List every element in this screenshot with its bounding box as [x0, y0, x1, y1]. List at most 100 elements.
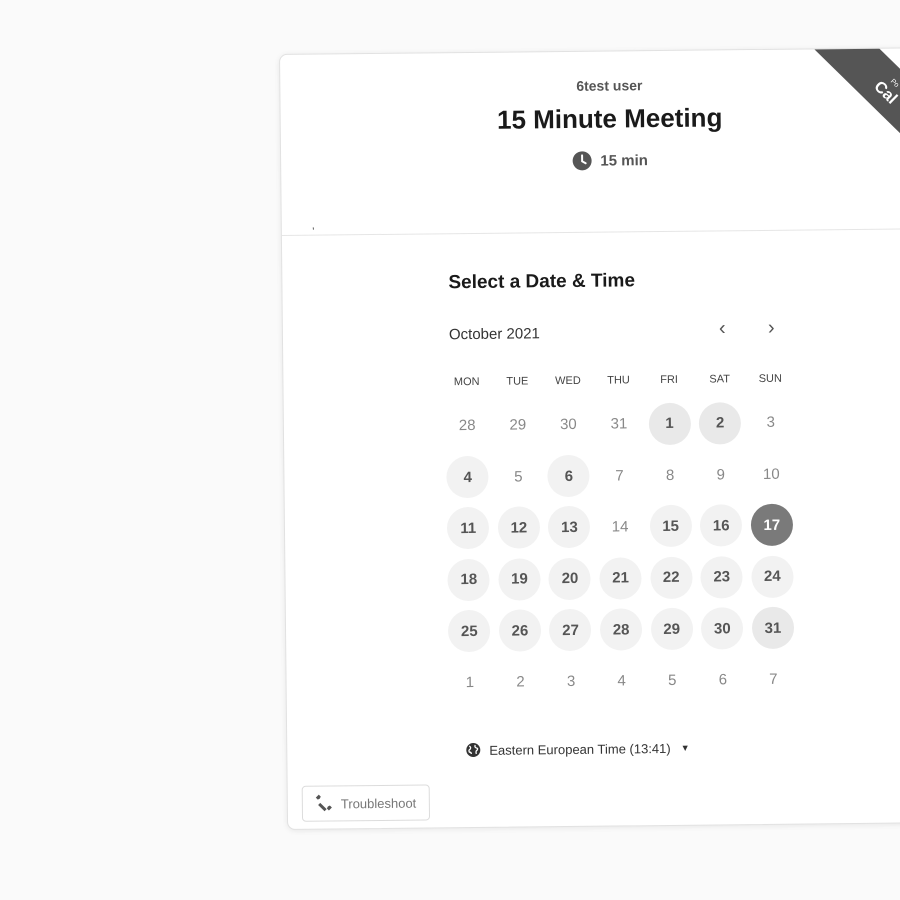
unavailable-day: 7 — [615, 466, 624, 485]
weekday-label: THU — [607, 374, 630, 387]
calendar-heading: Select a Date & Time — [448, 270, 636, 294]
selected-day[interactable]: 17 — [750, 504, 794, 547]
event-owner: 6test user — [576, 77, 643, 94]
available-day[interactable]: 1 — [648, 402, 691, 445]
available-day[interactable]: 25 — [448, 610, 491, 653]
available-day[interactable]: 28 — [599, 608, 643, 651]
calendar-cell: 15 — [645, 500, 696, 552]
calendar-cell: 9 — [695, 449, 746, 501]
event-title: 15 Minute Meeting — [496, 102, 723, 135]
weekday-label: WED — [555, 374, 581, 388]
unavailable-day: 7 — [769, 670, 778, 689]
calendar-cell: 18 — [443, 554, 494, 606]
calendar-cell: 5 — [647, 655, 698, 707]
event-description: , — [311, 220, 315, 232]
available-day[interactable]: 6 — [547, 454, 591, 498]
calendar-section: Select a Date & Time October 2021 ‹ › MO… — [282, 229, 900, 830]
calendar-cell: 25 — [444, 605, 495, 657]
calendar-cell: 23 — [696, 551, 747, 603]
calendar-cell: 10 — [746, 448, 797, 500]
available-day[interactable]: 21 — [599, 557, 642, 600]
available-day[interactable]: 15 — [649, 505, 692, 548]
caret-down-icon: ▼ — [680, 742, 690, 753]
calendar-cell: 6 — [543, 450, 594, 502]
available-day[interactable]: 30 — [701, 607, 744, 650]
troubleshoot-button[interactable]: Troubleshoot — [301, 784, 431, 822]
calendar-cell: 8 — [645, 449, 696, 501]
next-month-button[interactable]: › — [768, 317, 775, 340]
available-day[interactable]: 13 — [548, 506, 591, 549]
calendar-cell: 11 — [443, 503, 494, 555]
timezone-selector[interactable]: Eastern European Time (13:41) ▼ — [465, 740, 690, 758]
unavailable-day: 4 — [617, 672, 626, 690]
calendar-cell: 5 — [493, 451, 544, 503]
unavailable-day: 2 — [516, 673, 525, 691]
available-day[interactable]: 12 — [497, 506, 541, 550]
calendar-cell: 1 — [444, 657, 495, 709]
clock-icon — [572, 151, 592, 171]
unavailable-day: 1 — [465, 674, 475, 692]
available-day[interactable]: 2 — [698, 401, 742, 445]
calendar-cell: 31 — [593, 398, 644, 450]
available-day[interactable]: 31 — [751, 606, 795, 650]
unavailable-day: 5 — [667, 672, 677, 690]
wrench-icon — [315, 794, 332, 812]
calendar-cell: 29 — [492, 399, 543, 451]
calendar-cell: 30 — [543, 399, 594, 451]
page: Po Cal 6test user 15 Minute Meeting 15 m… — [0, 0, 900, 900]
unavailable-day: 14 — [611, 518, 629, 536]
calendar-cell: 20 — [544, 553, 595, 605]
calendar-cell: 4 — [596, 655, 647, 707]
unavailable-day: 3 — [566, 673, 576, 691]
unavailable-day: 30 — [559, 416, 577, 434]
calendar-cell: 31 — [747, 602, 798, 654]
available-day[interactable]: 20 — [548, 557, 592, 601]
calendar-cell: 26 — [494, 605, 545, 657]
available-day[interactable]: 27 — [549, 609, 592, 652]
unavailable-day: 28 — [458, 417, 476, 435]
weekday-label: SAT — [709, 373, 731, 386]
duration-label: 15 min — [600, 151, 648, 170]
calendar-cell: 1 — [644, 398, 695, 450]
available-day[interactable]: 4 — [446, 455, 489, 499]
calendar-grid: 28 29 30 31 1 2 3 4 5 6 7 8 9 10 11 12 13 14 15 16 17 18 19 20 2… — [442, 397, 799, 709]
weekday-label: TUE — [506, 375, 529, 388]
unavailable-day: 3 — [766, 414, 776, 432]
calendar-cell: 2 — [495, 656, 546, 708]
calendar-cell: 7 — [748, 654, 799, 706]
calendar-cell: 2 — [695, 397, 746, 449]
calendar-cell: 12 — [493, 502, 544, 554]
calendar-cell: 16 — [696, 500, 747, 552]
calendar-cell: 6 — [697, 654, 748, 706]
timezone-label: Eastern European Time (13:41) — [489, 740, 671, 758]
unavailable-day: 5 — [514, 468, 523, 486]
calendar-cell: 3 — [546, 656, 597, 708]
calendar-cell: 4 — [442, 451, 493, 503]
prev-month-button[interactable]: ‹ — [719, 317, 726, 340]
calendar-cell: 13 — [544, 502, 595, 554]
unavailable-day: 8 — [665, 466, 675, 484]
unavailable-day: 29 — [509, 416, 527, 434]
weekday-label: FRI — [660, 373, 679, 387]
calendar-cell: 28 — [442, 400, 493, 452]
calendar-cell: 28 — [596, 604, 647, 656]
troubleshoot-label: Troubleshoot — [340, 795, 417, 811]
calendar-cell: 22 — [646, 552, 697, 604]
weekday-header: MON TUE WED THU FRI SAT SUN — [441, 373, 795, 389]
globe-icon — [466, 743, 481, 758]
available-day[interactable]: 22 — [649, 556, 693, 600]
available-day[interactable]: 26 — [498, 609, 542, 652]
calendar-cell: 17 — [746, 499, 797, 551]
available-day[interactable]: 18 — [447, 558, 491, 602]
calendar-cell: 21 — [595, 552, 646, 604]
available-day[interactable]: 29 — [650, 607, 693, 651]
calendar-cell: 29 — [646, 603, 697, 655]
calendar-cell: 3 — [745, 397, 796, 449]
weekday-label: SUN — [758, 372, 782, 385]
calendar-cell: 30 — [697, 603, 748, 655]
available-day[interactable]: 16 — [700, 504, 743, 548]
available-day[interactable]: 11 — [447, 507, 490, 550]
available-day[interactable]: 24 — [751, 555, 794, 598]
available-day[interactable]: 23 — [700, 556, 743, 599]
available-day[interactable]: 19 — [498, 558, 541, 601]
